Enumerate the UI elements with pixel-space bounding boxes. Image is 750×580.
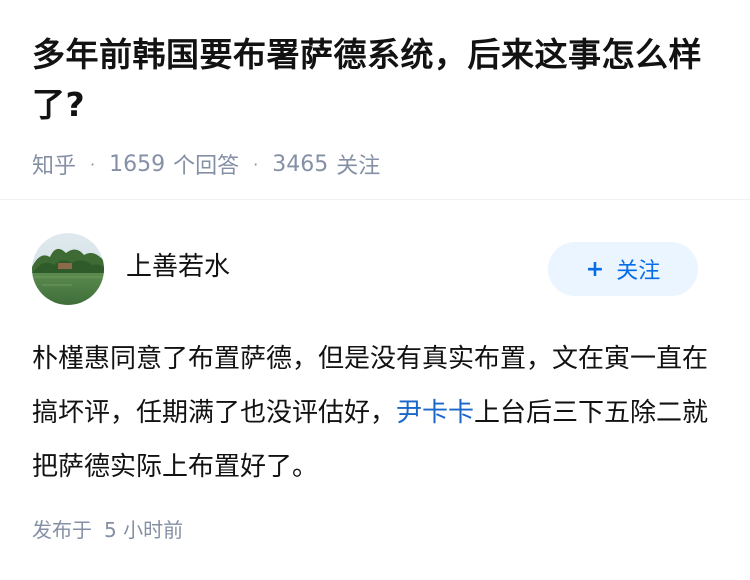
publish-time-value: 5 小时前 bbox=[104, 518, 184, 542]
follow-button[interactable]: + 关注 bbox=[548, 242, 698, 296]
author-row: 上善若水 + 关注 bbox=[32, 232, 718, 306]
plus-icon: + bbox=[585, 256, 605, 282]
follow-count-label: 关注 bbox=[336, 154, 381, 179]
question-title[interactable]: 多年前韩国要布署萨德系统，后来这事怎么样了? bbox=[32, 30, 718, 130]
avatar-image bbox=[32, 233, 104, 305]
source-label[interactable]: 知乎 bbox=[32, 148, 76, 180]
meta-separator: · bbox=[90, 154, 96, 174]
answer-card: 上善若水 + 关注 朴槿惠同意了布置萨德，但是没有真实布置，文在寅一直在搞坏评，… bbox=[0, 200, 750, 543]
author-name[interactable]: 上善若水 bbox=[126, 246, 548, 283]
mention-link[interactable]: 尹卡卡 bbox=[396, 398, 474, 428]
answer-content: 朴槿惠同意了布置萨德，但是没有真实布置，文在寅一直在搞坏评，任期满了也没评估好，… bbox=[32, 332, 718, 494]
question-meta: 知乎 · 1659 个回答 · 3465 关注 bbox=[32, 148, 718, 180]
follow-button-label: 关注 bbox=[616, 259, 661, 284]
avatar[interactable] bbox=[32, 233, 104, 305]
publish-time: 发布于 5 小时前 bbox=[32, 514, 718, 543]
follow-count: 3465 bbox=[272, 151, 329, 177]
publish-label: 发布于 bbox=[32, 518, 92, 542]
meta-separator: · bbox=[253, 154, 259, 174]
question-header: 多年前韩国要布署萨德系统，后来这事怎么样了? 知乎 · 1659 个回答 · 3… bbox=[0, 0, 750, 200]
answer-count-label[interactable]: 个回答 bbox=[173, 148, 239, 180]
answer-count: 1659 bbox=[109, 151, 166, 177]
